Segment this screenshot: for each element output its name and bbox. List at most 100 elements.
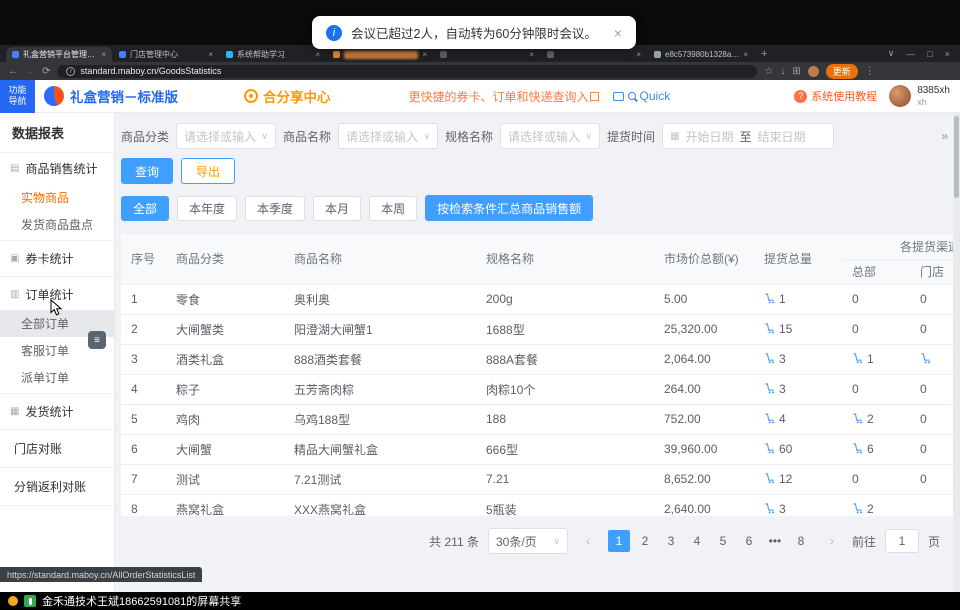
tab-close-icon[interactable]: ×	[636, 50, 641, 59]
quick-tab[interactable]: 本年度	[177, 196, 237, 221]
scrollbar-thumb[interactable]	[954, 116, 959, 198]
browser-tab[interactable]: ×	[434, 47, 540, 62]
sidebar-item[interactable]: 实物商品	[0, 184, 114, 211]
toast-close-icon[interactable]: ×	[614, 25, 622, 41]
pager-page[interactable]: 5	[712, 530, 734, 552]
table-cell: 鸡肉	[166, 404, 284, 434]
browser-update-button[interactable]: 更新	[826, 64, 858, 79]
tab-close-icon[interactable]: ×	[315, 50, 320, 59]
tab-search-icon[interactable]: ∨	[888, 48, 895, 59]
browser-tab[interactable]: 礼盒营销平台管理中心×	[6, 47, 112, 62]
tab-close-icon[interactable]: ×	[422, 50, 427, 59]
forward-icon[interactable]: →	[25, 66, 35, 77]
screen: i 会议已超过2人，自动转为60分钟限时会议。 × 礼盒营销平台管理中心×门店管…	[0, 0, 960, 610]
table-cell: 39,960.00	[654, 434, 754, 464]
pager-page[interactable]: 2	[634, 530, 656, 552]
user-info[interactable]: 8385xh xh	[917, 85, 950, 107]
tab-close-icon[interactable]: ×	[743, 50, 748, 59]
sidebar-group[interactable]: ▣券卡统计	[0, 243, 114, 274]
filter-label-name: 商品名称	[283, 128, 331, 145]
spec-select[interactable]: 请选择或输入 ∨	[500, 123, 600, 149]
browser-tab[interactable]: ×	[327, 47, 433, 62]
browser-actions: ☆ ↓ ⊞ 更新 ⋮	[764, 64, 874, 79]
extensions-icon[interactable]: ⊞	[792, 66, 800, 77]
goto-page-input[interactable]	[885, 529, 919, 553]
tab-close-icon[interactable]: ×	[529, 50, 534, 59]
screen-share-text: 金禾通技术王斌18662591081的屏幕共享	[42, 593, 241, 609]
function-nav-button[interactable]: 功能 导航	[0, 80, 35, 113]
quick-search-link[interactable]: Quick	[613, 89, 671, 103]
sidebar-group-label: 商品销售统计	[25, 160, 97, 177]
category-select[interactable]: 请选择或输入 ∨	[176, 123, 276, 149]
pager-page[interactable]: 1	[608, 530, 630, 552]
reload-icon[interactable]: ⟳	[42, 66, 50, 77]
pickup-count-icon	[764, 443, 775, 454]
url-text: standard.maboy.cn/GoodsStatistics	[80, 66, 221, 76]
browser-tab[interactable]: 系统帮助学习×	[220, 47, 326, 62]
table-row: 4粽子五芳斋肉粽肉粽10个264.00300	[121, 374, 954, 404]
pickup-count-icon	[764, 323, 775, 334]
table-cell: 0	[842, 284, 910, 314]
pager-page[interactable]: 8	[790, 530, 812, 552]
search-icon	[628, 92, 636, 100]
date-range-picker[interactable]: ▦ 开始日期 至 结束日期	[662, 123, 834, 149]
tab-close-icon[interactable]: ×	[208, 50, 213, 59]
pager-page[interactable]: 6	[738, 530, 760, 552]
pager-page[interactable]: 4	[686, 530, 708, 552]
quick-tab[interactable]: 本月	[313, 196, 361, 221]
col-header-total: 提货总量	[754, 234, 842, 284]
sidebar-group[interactable]: ▤商品销售统计	[0, 153, 114, 184]
share-center-link[interactable]: 合分享中心	[244, 86, 331, 106]
next-page-icon[interactable]: ›	[821, 530, 843, 552]
chevron-down-icon: ∨	[423, 131, 430, 142]
tab-favicon-icon	[547, 51, 554, 58]
page-scrollbar[interactable]	[953, 113, 960, 592]
site-info-icon[interactable]: i	[66, 67, 75, 76]
quick-tab[interactable]: 全部	[121, 196, 169, 221]
product-name-select[interactable]: 请选择或输入 ∨	[338, 123, 438, 149]
prev-page-icon[interactable]: ‹	[577, 530, 599, 552]
sidebar-item[interactable]: 门店对账	[0, 432, 114, 465]
tutorial-link[interactable]: ? 系统使用教程	[794, 88, 877, 104]
browser-tab[interactable]: 门店管理中心 ×	[113, 47, 219, 62]
browser-tab[interactable]: e8c573980b1328a258fd2e6f×	[648, 47, 754, 62]
sidebar-item[interactable]: 分销返利对账	[0, 470, 114, 503]
table-row: 6大闸蟹精品大闸蟹礼盒666型39,960.006060	[121, 434, 954, 464]
divider	[0, 505, 114, 506]
tab-close-icon[interactable]: ×	[101, 50, 106, 59]
table-cell: 5.00	[654, 284, 754, 314]
close-window-icon[interactable]: ×	[945, 49, 950, 59]
summary-button[interactable]: 按检索条件汇总商品销售额	[425, 195, 593, 221]
bookmark-star-icon[interactable]: ☆	[764, 66, 773, 77]
sidebar-collapse-handle[interactable]: ≡	[88, 331, 106, 349]
pickup-count-icon	[764, 413, 775, 424]
browser-menu-icon[interactable]: ⋮	[865, 66, 875, 77]
col-header-amount: 市场价总额(¥)	[654, 234, 754, 284]
export-button[interactable]: 导出	[181, 158, 235, 184]
minimize-icon[interactable]: —	[906, 49, 915, 59]
tab-strip-tabs: 礼盒营销平台管理中心×门店管理中心×系统帮助学习××××e8c573980b13…	[6, 47, 754, 62]
quick-tab[interactable]: 本季度	[245, 196, 305, 221]
tab-title: 门店管理中心	[130, 49, 204, 60]
sidebar-item[interactable]: 派单订单	[0, 364, 114, 391]
user-avatar[interactable]	[889, 85, 911, 107]
end-date-placeholder: 结束日期	[758, 128, 806, 145]
maximize-icon[interactable]: □	[927, 49, 932, 59]
quick-tab[interactable]: 本周	[369, 196, 417, 221]
url-bar[interactable]: i standard.maboy.cn/GoodsStatistics	[57, 65, 757, 78]
sidebar-item[interactable]: 发货商品盘点	[0, 211, 114, 238]
browser-profile-avatar[interactable]	[808, 66, 819, 77]
tab-favicon-icon	[226, 51, 233, 58]
back-icon[interactable]: ←	[8, 66, 18, 77]
table-cell: 零食	[166, 284, 284, 314]
search-button[interactable]: 查询	[121, 158, 173, 184]
help-icon: ?	[794, 90, 807, 103]
download-icon[interactable]: ↓	[780, 66, 785, 77]
page-size-select[interactable]: 30条/页 ∨	[488, 528, 568, 554]
info-icon: i	[326, 25, 342, 41]
share-center-icon	[244, 89, 258, 103]
browser-tab[interactable]: ×	[541, 47, 647, 62]
pager-page[interactable]: 3	[660, 530, 682, 552]
new-tab-button[interactable]: +	[761, 48, 767, 60]
sidebar-group[interactable]: ▦发货统计	[0, 396, 114, 427]
